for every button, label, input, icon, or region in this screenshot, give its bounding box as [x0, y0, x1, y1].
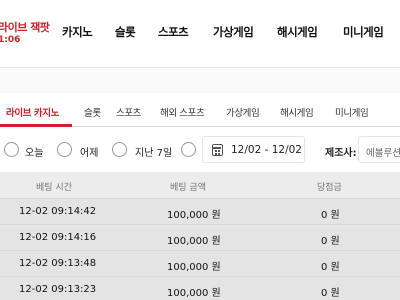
date-range-picker[interactable]: 12/02 - 12/02	[202, 136, 305, 163]
betting-history-table: 베팅 시간 베팅 금액 당첨금 12-02 09:14:42 100,000 원…	[0, 172, 400, 300]
table-row: 12-02 09:14:42 100,000 원 0 원	[0, 198, 400, 224]
table-header: 베팅 시간 베팅 금액 당첨금	[0, 172, 400, 198]
cell-bet-time: 12-02 09:13:23	[19, 284, 97, 295]
header-bet-amount: 베팅 금액	[170, 183, 206, 193]
radio-custom-range[interactable]	[181, 142, 196, 157]
active-tab-indicator	[0, 124, 72, 127]
nav-item-mini-game[interactable]: 미니게임	[343, 24, 384, 40]
nav-item-virtual-game[interactable]: 가상게임	[213, 24, 254, 40]
cell-bet-time: 12-02 09:13:48	[19, 258, 97, 269]
tab-overseas-sports[interactable]: 해외 스포츠	[160, 105, 205, 119]
filter-bar: 오늘 어제 지난 7일 12/02 - 12/02 제조사: 에볼루션	[0, 128, 400, 172]
cell-bet-amount: 100,000 원	[167, 236, 221, 247]
cell-winnings: 0 원	[321, 262, 340, 273]
tab-mini-game[interactable]: 미니게임	[335, 105, 369, 119]
tab-virtual-game[interactable]: 가상게임	[226, 105, 260, 119]
cell-bet-time: 12-02 09:14:16	[19, 232, 97, 243]
cell-winnings: 0 원	[321, 288, 340, 299]
table-row: 12-02 09:14:16 100,000 원 0 원	[0, 224, 400, 250]
brand-logo[interactable]: 라이브 잭팟 1:06	[0, 19, 50, 51]
calendar-icon	[212, 144, 223, 156]
category-tabs: 라이브 카지노 슬롯 스포츠 해외 스포츠 가상게임 해시게임 미니게임	[0, 93, 400, 127]
provider-label: 제조사:	[325, 148, 357, 159]
date-range-text: 12/02 - 12/02	[231, 144, 302, 156]
cell-winnings: 0 원	[321, 210, 340, 221]
cell-winnings: 0 원	[321, 236, 340, 247]
brand-line-2: 1:06	[0, 35, 21, 45]
provider-select[interactable]: 에볼루션	[358, 136, 400, 163]
tab-hash-game[interactable]: 해시게임	[280, 105, 314, 119]
radio-yesterday[interactable]	[57, 142, 72, 157]
cell-bet-amount: 100,000 원	[167, 262, 221, 273]
nav-item-sports[interactable]: 스포츠	[158, 24, 189, 40]
brand-line-1: 라이브 잭팟	[0, 21, 50, 34]
cell-bet-amount: 100,000 원	[167, 288, 221, 299]
provider-selected-value: 에볼루션	[366, 148, 400, 159]
radio-today[interactable]	[4, 142, 19, 157]
tab-sports[interactable]: 스포츠	[116, 105, 141, 119]
nav-item-slot[interactable]: 슬롯	[115, 24, 136, 40]
header-bet-time: 베팅 시간	[36, 183, 72, 193]
cell-bet-amount: 100,000 원	[167, 210, 221, 221]
header-winnings: 당첨금	[317, 183, 342, 193]
radio-last-7-days[interactable]	[112, 142, 127, 157]
radio-label-yesterday: 어제	[80, 148, 99, 159]
cell-bet-time: 12-02 09:14:42	[19, 206, 97, 217]
top-navigation: 라이브 잭팟 1:06 카지노 슬롯 스포츠 가상게임 해시게임 미니게임	[0, 0, 400, 68]
nav-item-casino[interactable]: 카지노	[62, 24, 93, 40]
tab-live-casino[interactable]: 라이브 카지노	[6, 105, 59, 119]
table-row: 12-02 09:13:23 100,000 원 0 원	[0, 276, 400, 300]
tab-slot[interactable]: 슬롯	[84, 105, 101, 119]
radio-label-today: 오늘	[25, 148, 44, 159]
nav-item-hash-game[interactable]: 해시게임	[277, 24, 318, 40]
spacer	[0, 69, 400, 93]
table-row: 12-02 09:13:48 100,000 원 0 원	[0, 250, 400, 276]
radio-label-last-7-days: 지난 7일	[135, 148, 173, 159]
